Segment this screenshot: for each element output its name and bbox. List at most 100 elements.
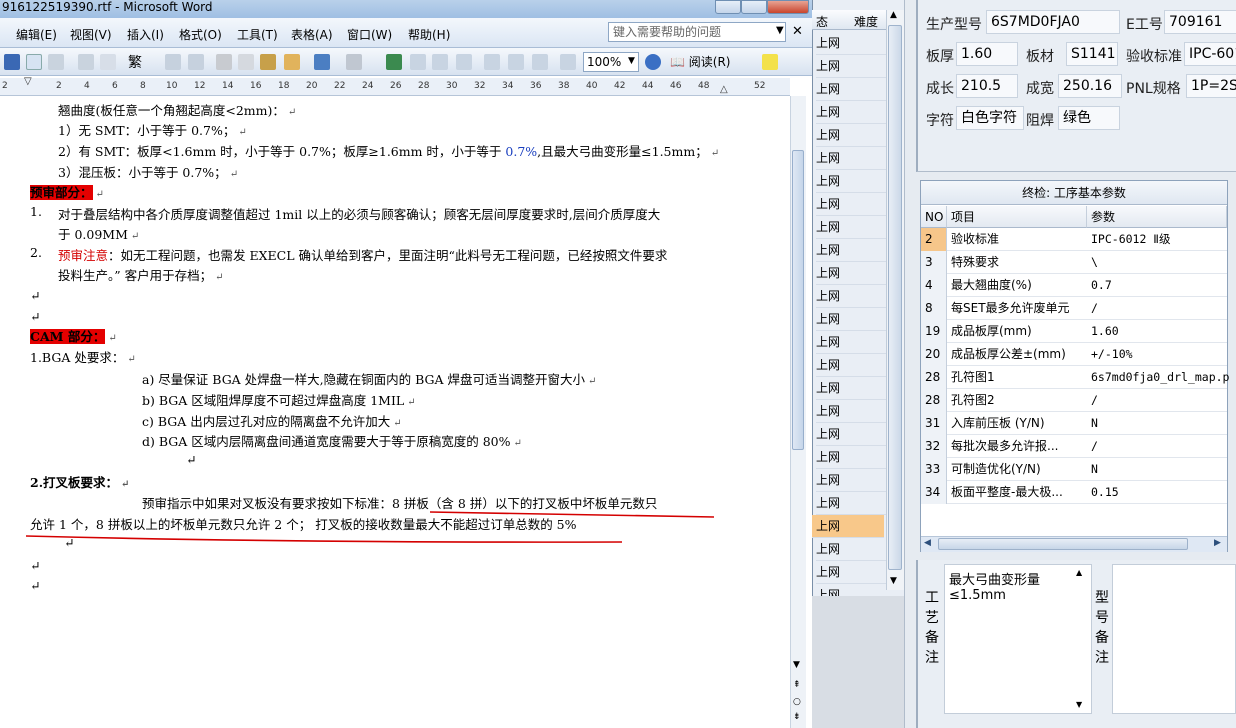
- table-row[interactable]: 33 可制造优化(Y/N) N: [921, 458, 1227, 481]
- horizontal-ruler[interactable]: 2 2 4 6 8 10 12 14 16 18 20 22 24 26 28 …: [0, 76, 790, 96]
- format-painter-icon[interactable]: [284, 54, 300, 70]
- scroll-right-icon[interactable]: ▶: [1214, 538, 1221, 548]
- list-item[interactable]: 上网: [816, 354, 886, 377]
- column-item[interactable]: 项目: [947, 206, 1087, 228]
- table-row[interactable]: 28 孔符图2 /: [921, 389, 1227, 412]
- save-icon[interactable]: [4, 54, 20, 70]
- table-row[interactable]: 8 每SET最多允许废单元 /: [921, 297, 1227, 320]
- list-item[interactable]: 上网: [816, 331, 886, 354]
- list-item[interactable]: 上网: [816, 492, 886, 515]
- browse-object-icon[interactable]: ○: [793, 697, 801, 707]
- model-field[interactable]: 6S7MD0FJA0: [986, 10, 1120, 34]
- thickness-field[interactable]: 1.60: [956, 42, 1018, 66]
- list-item[interactable]: 上网: [816, 446, 886, 469]
- standard-field[interactable]: IPC-6012: [1184, 42, 1236, 66]
- list-item[interactable]: 上网: [816, 170, 886, 193]
- list-item[interactable]: 上网: [816, 538, 886, 561]
- paste-icon[interactable]: [260, 54, 276, 70]
- help-icon[interactable]: [645, 54, 661, 70]
- scroll-up-icon[interactable]: ▲: [890, 10, 897, 20]
- insert-excel-icon[interactable]: [456, 54, 472, 70]
- next-page-icon[interactable]: ⇟: [793, 712, 801, 722]
- list-item[interactable]: 上网: [816, 147, 886, 170]
- column-status[interactable]: 态: [816, 13, 828, 30]
- reading-layout-button[interactable]: 📖 阅读(R): [670, 52, 740, 72]
- table-row[interactable]: 31 入库前压板 (Y/N) N: [921, 412, 1227, 435]
- process-remark-textbox[interactable]: 最大弓曲变形量≤1.5mm: [944, 564, 1092, 714]
- close-window-button[interactable]: [767, 0, 809, 14]
- insert-table-icon[interactable]: [432, 54, 448, 70]
- material-field[interactable]: S1141: [1066, 42, 1118, 66]
- table-row[interactable]: 20 成品板厚公差±(mm) +/-10%: [921, 343, 1227, 366]
- menu-insert[interactable]: 插入(I): [127, 26, 164, 43]
- length-field[interactable]: 210.5: [956, 74, 1018, 98]
- undo-icon[interactable]: [314, 54, 330, 70]
- list-item[interactable]: 上网: [816, 32, 886, 55]
- previous-page-icon[interactable]: ⇞: [793, 680, 801, 690]
- redo-icon[interactable]: [346, 54, 362, 70]
- scrollbar-thumb[interactable]: [792, 150, 804, 450]
- menu-edit[interactable]: 编辑(E): [16, 26, 57, 43]
- list-item[interactable]: 上网: [816, 124, 886, 147]
- mask-color-field[interactable]: 绿色: [1058, 106, 1120, 130]
- table-row[interactable]: 4 最大翘曲度(%) 0.7: [921, 274, 1227, 297]
- maximize-button[interactable]: [741, 0, 767, 14]
- model-remark-textbox[interactable]: [1112, 564, 1236, 714]
- scroll-down-icon[interactable]: ▼: [890, 576, 897, 586]
- spelling-icon[interactable]: [100, 54, 116, 70]
- research-icon[interactable]: [165, 54, 181, 70]
- list-item[interactable]: 上网: [816, 423, 886, 446]
- list-item[interactable]: 上网: [816, 78, 886, 101]
- remark-scroll-down-icon[interactable]: ▼: [1076, 700, 1082, 709]
- list-item[interactable]: 上网: [816, 377, 886, 400]
- drawing-icon[interactable]: [508, 54, 524, 70]
- table-row[interactable]: 19 成品板厚(mm) 1.60: [921, 320, 1227, 343]
- remark-scroll-up-icon[interactable]: ▲: [1076, 568, 1082, 577]
- find-icon[interactable]: [188, 54, 204, 70]
- document-map-icon[interactable]: [532, 54, 548, 70]
- print-icon[interactable]: [48, 54, 64, 70]
- list-item[interactable]: 上网: [816, 262, 886, 285]
- table-row[interactable]: 28 孔符图1 6s7md0fja0_drl_map.p: [921, 366, 1229, 389]
- right-indent-marker[interactable]: △: [720, 84, 728, 95]
- list-item[interactable]: 上网: [816, 193, 886, 216]
- menu-view[interactable]: 视图(V): [70, 26, 112, 43]
- menu-window[interactable]: 窗口(W): [347, 26, 392, 43]
- document-body[interactable]: 翘曲度(板任意一个角翘起高度<2mm)： ↵ 1）无 SMT：小于等于 0.7%；…: [0, 96, 790, 728]
- column-param[interactable]: 参数: [1087, 206, 1227, 228]
- first-line-indent-marker[interactable]: ▽: [24, 76, 32, 87]
- pnl-field[interactable]: 1P=2S=: [1186, 74, 1236, 98]
- list-item[interactable]: 上网: [816, 469, 886, 492]
- show-hide-icon[interactable]: [560, 54, 576, 70]
- list-item[interactable]: 上网: [812, 515, 884, 538]
- permission-icon[interactable]: [26, 54, 42, 70]
- traditional-chinese-button[interactable]: 繁: [128, 52, 142, 72]
- menu-format[interactable]: 格式(O): [179, 26, 222, 43]
- chevron-down-icon[interactable]: ▼: [776, 25, 784, 36]
- list-item[interactable]: 上网: [816, 400, 886, 423]
- eno-field[interactable]: 709161: [1164, 10, 1236, 34]
- copy-icon[interactable]: [238, 54, 254, 70]
- highlight-icon[interactable]: [762, 54, 778, 70]
- width-field[interactable]: 250.16: [1058, 74, 1122, 98]
- table-row[interactable]: 2 验收标准 IPC-6012 Ⅱ级: [921, 228, 1227, 251]
- scroll-down-icon[interactable]: ▼: [793, 660, 800, 670]
- list-item[interactable]: 上网: [816, 285, 886, 308]
- help-search-input[interactable]: 键入需要帮助的问题: [608, 22, 786, 42]
- list-item[interactable]: 上网: [816, 308, 886, 331]
- tables-borders-icon[interactable]: [410, 54, 426, 70]
- minimize-button[interactable]: [715, 0, 741, 14]
- zoom-chevron-icon[interactable]: ▼: [628, 56, 635, 66]
- table-row[interactable]: 34 板面平整度-最大极... 0.15: [921, 481, 1227, 504]
- list-item[interactable]: 上网: [816, 239, 886, 262]
- hyperlink-icon[interactable]: [386, 54, 402, 70]
- grid-scrollbar-thumb[interactable]: [938, 538, 1188, 550]
- list-item[interactable]: 上网: [816, 216, 886, 239]
- scroll-left-icon[interactable]: ◀: [924, 538, 931, 548]
- list-item[interactable]: 上网: [816, 561, 886, 584]
- list-scrollbar-thumb[interactable]: [888, 25, 902, 570]
- list-item[interactable]: 上网: [816, 55, 886, 78]
- menu-tools[interactable]: 工具(T): [237, 26, 278, 43]
- table-row[interactable]: 32 每批次最多允许报... /: [921, 435, 1227, 458]
- column-difficulty[interactable]: 难度: [854, 13, 878, 30]
